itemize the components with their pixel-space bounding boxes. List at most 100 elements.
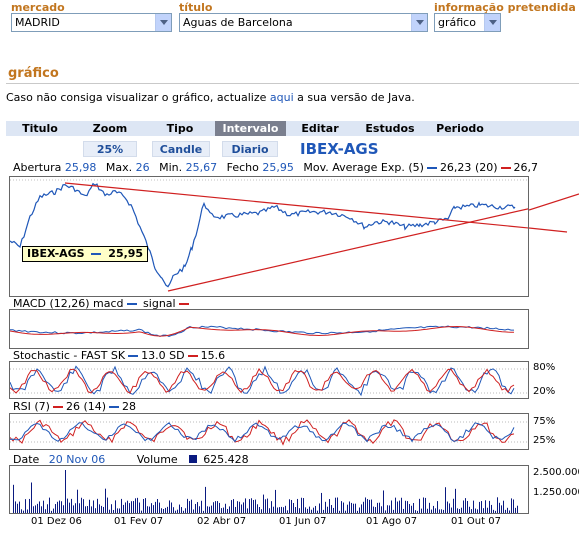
volume-bar bbox=[51, 510, 52, 513]
volume-bar bbox=[135, 498, 136, 513]
price-chart[interactable] bbox=[9, 176, 529, 297]
title-select[interactable]: Aguas de Barcelona bbox=[179, 13, 428, 32]
volume-bar bbox=[263, 494, 264, 513]
volume-bar bbox=[61, 501, 62, 513]
rsi-chart[interactable] bbox=[9, 413, 529, 450]
volume-bar bbox=[415, 510, 416, 513]
volume-bar bbox=[253, 500, 254, 513]
volume-bar bbox=[73, 505, 74, 513]
volume-bar bbox=[125, 502, 126, 513]
volume-bar bbox=[41, 506, 42, 513]
chevron-down-icon[interactable] bbox=[411, 14, 427, 31]
volume-bar bbox=[93, 500, 94, 513]
volume-bar bbox=[75, 503, 76, 513]
rsi-high-tick: 75% bbox=[533, 416, 556, 427]
java-update-link[interactable]: aqui bbox=[270, 91, 294, 104]
trendline-extension bbox=[529, 193, 579, 233]
menu-intervalo[interactable]: Intervalo bbox=[215, 121, 286, 136]
volume-bar bbox=[43, 500, 44, 513]
volume-bar bbox=[403, 508, 404, 513]
menu-titulo[interactable]: Titulo bbox=[12, 121, 68, 136]
java-notice-text: Caso não consiga visualizar o gráfico, a… bbox=[6, 91, 270, 104]
volume-bar bbox=[367, 499, 368, 513]
volume-bar bbox=[365, 497, 366, 513]
volume-bar bbox=[247, 508, 248, 513]
stochastic-chart-svg bbox=[10, 365, 528, 397]
interval-button[interactable]: Diario bbox=[222, 141, 278, 157]
chevron-down-icon[interactable] bbox=[484, 14, 500, 31]
volume-bar bbox=[459, 509, 460, 513]
menu-editar[interactable]: Editar bbox=[292, 121, 348, 136]
volume-bar bbox=[219, 502, 220, 513]
market-select[interactable]: MADRID bbox=[11, 13, 172, 32]
volume-bar bbox=[259, 507, 260, 513]
volume-bar bbox=[507, 507, 508, 513]
chevron-down-icon[interactable] bbox=[155, 14, 171, 31]
volume-bar bbox=[369, 499, 370, 513]
volume-bar bbox=[79, 503, 80, 513]
volume-bar bbox=[387, 505, 388, 513]
volume-bar bbox=[359, 507, 360, 513]
volume-bar bbox=[295, 507, 296, 513]
volume-bar bbox=[151, 503, 152, 513]
volume-bar bbox=[433, 505, 434, 513]
volume-bar bbox=[23, 510, 24, 513]
volume-bar bbox=[91, 506, 92, 513]
volume-bar bbox=[375, 507, 376, 513]
zoom-button[interactable]: 25% bbox=[83, 141, 137, 157]
menu-periodo[interactable]: Periodo bbox=[431, 121, 489, 136]
chart-type-button[interactable]: Candle bbox=[152, 141, 210, 157]
volume-bar bbox=[325, 501, 326, 513]
max-value: 26 bbox=[135, 161, 150, 174]
macd-chart[interactable] bbox=[9, 309, 529, 349]
volume-bar bbox=[395, 497, 396, 513]
volume-bar bbox=[251, 498, 252, 513]
volume-bar bbox=[163, 508, 164, 513]
volume-bar bbox=[383, 490, 384, 513]
volume-bar bbox=[297, 498, 298, 513]
min-label: Min. bbox=[159, 161, 183, 174]
info-select[interactable]: gráfico bbox=[434, 13, 501, 32]
volume-bar bbox=[37, 503, 38, 513]
volume-bar bbox=[175, 510, 176, 513]
min-value: 25,67 bbox=[185, 161, 218, 174]
price-tooltip-value: 25,95 bbox=[108, 247, 144, 260]
volume-chart[interactable] bbox=[9, 465, 529, 514]
volume-bar bbox=[63, 505, 64, 513]
stochastic-chart[interactable] bbox=[9, 361, 529, 399]
rsi-period-2: (14) bbox=[83, 400, 107, 413]
menu-zoom[interactable]: Zoom bbox=[82, 121, 138, 136]
signal-swatch bbox=[178, 303, 189, 305]
volume-bar bbox=[153, 505, 154, 513]
volume-bar bbox=[221, 508, 222, 513]
volume-bar bbox=[435, 508, 436, 513]
volume-bar bbox=[407, 501, 408, 513]
menu-tipo[interactable]: Tipo bbox=[152, 121, 208, 136]
volume-bar bbox=[59, 500, 60, 513]
volume-bar bbox=[35, 505, 36, 513]
volume-bar bbox=[85, 506, 86, 513]
market-select-value: MADRID bbox=[15, 16, 60, 29]
volume-bar bbox=[513, 499, 514, 513]
volume-bar bbox=[179, 504, 180, 513]
volume-bar bbox=[31, 482, 32, 513]
volume-bar bbox=[185, 508, 186, 513]
volume-bar bbox=[17, 503, 18, 513]
volume-bar bbox=[189, 501, 190, 513]
macd-chart-svg bbox=[10, 325, 515, 337]
volume-bar bbox=[77, 489, 78, 513]
volume-bar bbox=[509, 510, 510, 513]
volume-bar bbox=[327, 506, 328, 513]
volume-bar bbox=[233, 499, 234, 513]
menu-estudos[interactable]: Estudos bbox=[358, 121, 422, 136]
volume-bar bbox=[271, 501, 272, 513]
volume-bar bbox=[323, 509, 324, 513]
stochastic-high-tick: 80% bbox=[533, 362, 556, 373]
date-tick: 01 Ago 07 bbox=[366, 516, 418, 527]
volume-bar bbox=[269, 508, 270, 513]
volume-bar bbox=[113, 509, 114, 513]
volume-bar bbox=[161, 508, 162, 513]
volume-bar bbox=[173, 507, 174, 513]
volume-bar bbox=[307, 508, 308, 513]
volume-bar bbox=[183, 510, 184, 513]
